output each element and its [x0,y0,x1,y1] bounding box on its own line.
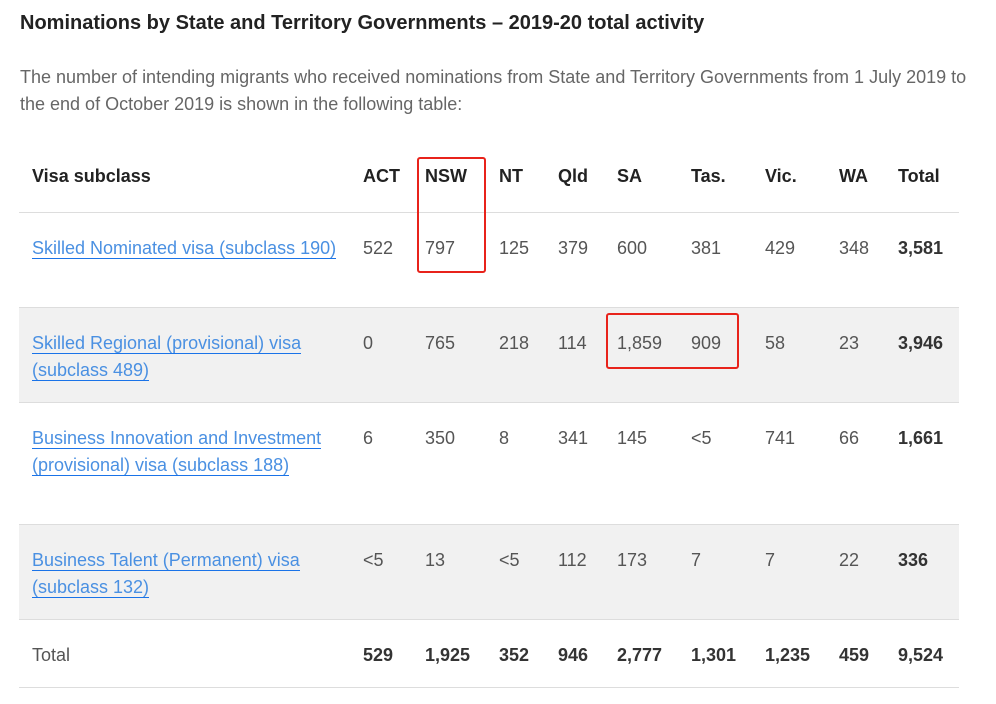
value-cell: 350 [413,402,487,525]
value-cell: 145 [605,402,679,525]
nominations-table: Visa subclass ACT NSW NT Qld SA Tas. Vic. WA Tota… [19,140,959,688]
value-cell: 0 [351,307,413,403]
table-header-row: Visa subclass ACT NSW NT Qld SA Tas. Vic. WA Tota… [19,140,959,213]
column-header: Vic. [753,140,827,213]
total-label: Total [19,619,351,688]
visa-link[interactable]: Skilled Regional (provisional) visa (sub… [32,333,302,381]
column-total-cell: 2,777 [605,619,679,688]
column-header: NT [487,140,546,213]
value-cell: <5 [679,402,753,525]
column-header: WA [827,140,886,213]
value-cell: 66 [827,402,886,525]
value-cell: 522 [351,212,413,308]
column-total-cell: 459 [827,619,886,688]
visa-link[interactable]: Business Innovation and Investment (prov… [32,428,322,476]
value-cell: 8 [487,402,546,525]
column-total-cell: 1,925 [413,619,487,688]
value-cell: 797 [413,212,487,308]
column-header: Tas. [679,140,753,213]
value-cell: 114 [546,307,605,403]
table-row: Skilled Regional (provisional) visa (sub… [19,307,959,403]
value-cell: 218 [487,307,546,403]
value-cell: 125 [487,212,546,308]
visa-link[interactable]: Skilled Nominated visa (subclass 190) [32,238,337,259]
column-header: Visa subclass [19,140,351,213]
value-cell: 348 [827,212,886,308]
column-total-cell: 529 [351,619,413,688]
value-cell: 112 [546,524,605,620]
value-cell: 7 [679,524,753,620]
value-cell: 1,859 [605,307,679,403]
value-cell: 23 [827,307,886,403]
value-cell: 6 [351,402,413,525]
value-cell: 22 [827,524,886,620]
value-cell: 13 [413,524,487,620]
column-total-cell: 1,235 [753,619,827,688]
table-row: Business Talent (Permanent) visa (subcla… [19,524,959,620]
column-header: Qld [546,140,605,213]
total-row: Total 529 1,925 352 946 2,777 1,301 1,235 459 9,5… [19,619,959,688]
visa-link[interactable]: Business Talent (Permanent) visa (subcla… [32,550,300,598]
visa-cell: Skilled Nominated visa (subclass 190) [19,212,351,308]
intro-text: The number of intending migrants who rec… [20,67,967,114]
column-header: Total [886,140,959,213]
value-cell: 173 [605,524,679,620]
visa-cell: Business Talent (Permanent) visa (subcla… [19,524,351,620]
grand-total-cell: 9,524 [886,619,959,688]
row-total-cell: 1,661 [886,402,959,525]
value-cell: <5 [487,524,546,620]
value-cell: 379 [546,212,605,308]
row-total-cell: 336 [886,524,959,620]
value-cell: 7 [753,524,827,620]
value-cell: 429 [753,212,827,308]
column-header: ACT [351,140,413,213]
value-cell: 58 [753,307,827,403]
column-header: NSW [413,140,487,213]
table-row: Business Innovation and Investment (prov… [19,402,959,525]
row-total-cell: 3,581 [886,212,959,308]
value-cell: 741 [753,402,827,525]
page-title: Nominations by State and Territory Gover… [20,12,705,34]
value-cell: <5 [351,524,413,620]
visa-cell: Skilled Regional (provisional) visa (sub… [19,307,351,403]
column-total-cell: 1,301 [679,619,753,688]
value-cell: 909 [679,307,753,403]
visa-cell: Business Innovation and Investment (prov… [19,402,351,525]
column-total-cell: 946 [546,619,605,688]
row-total-cell: 3,946 [886,307,959,403]
value-cell: 381 [679,212,753,308]
column-header: SA [605,140,679,213]
column-total-cell: 352 [487,619,546,688]
value-cell: 600 [605,212,679,308]
table-row: Skilled Nominated visa (subclass 190) 522… [19,212,959,308]
value-cell: 341 [546,402,605,525]
value-cell: 765 [413,307,487,403]
